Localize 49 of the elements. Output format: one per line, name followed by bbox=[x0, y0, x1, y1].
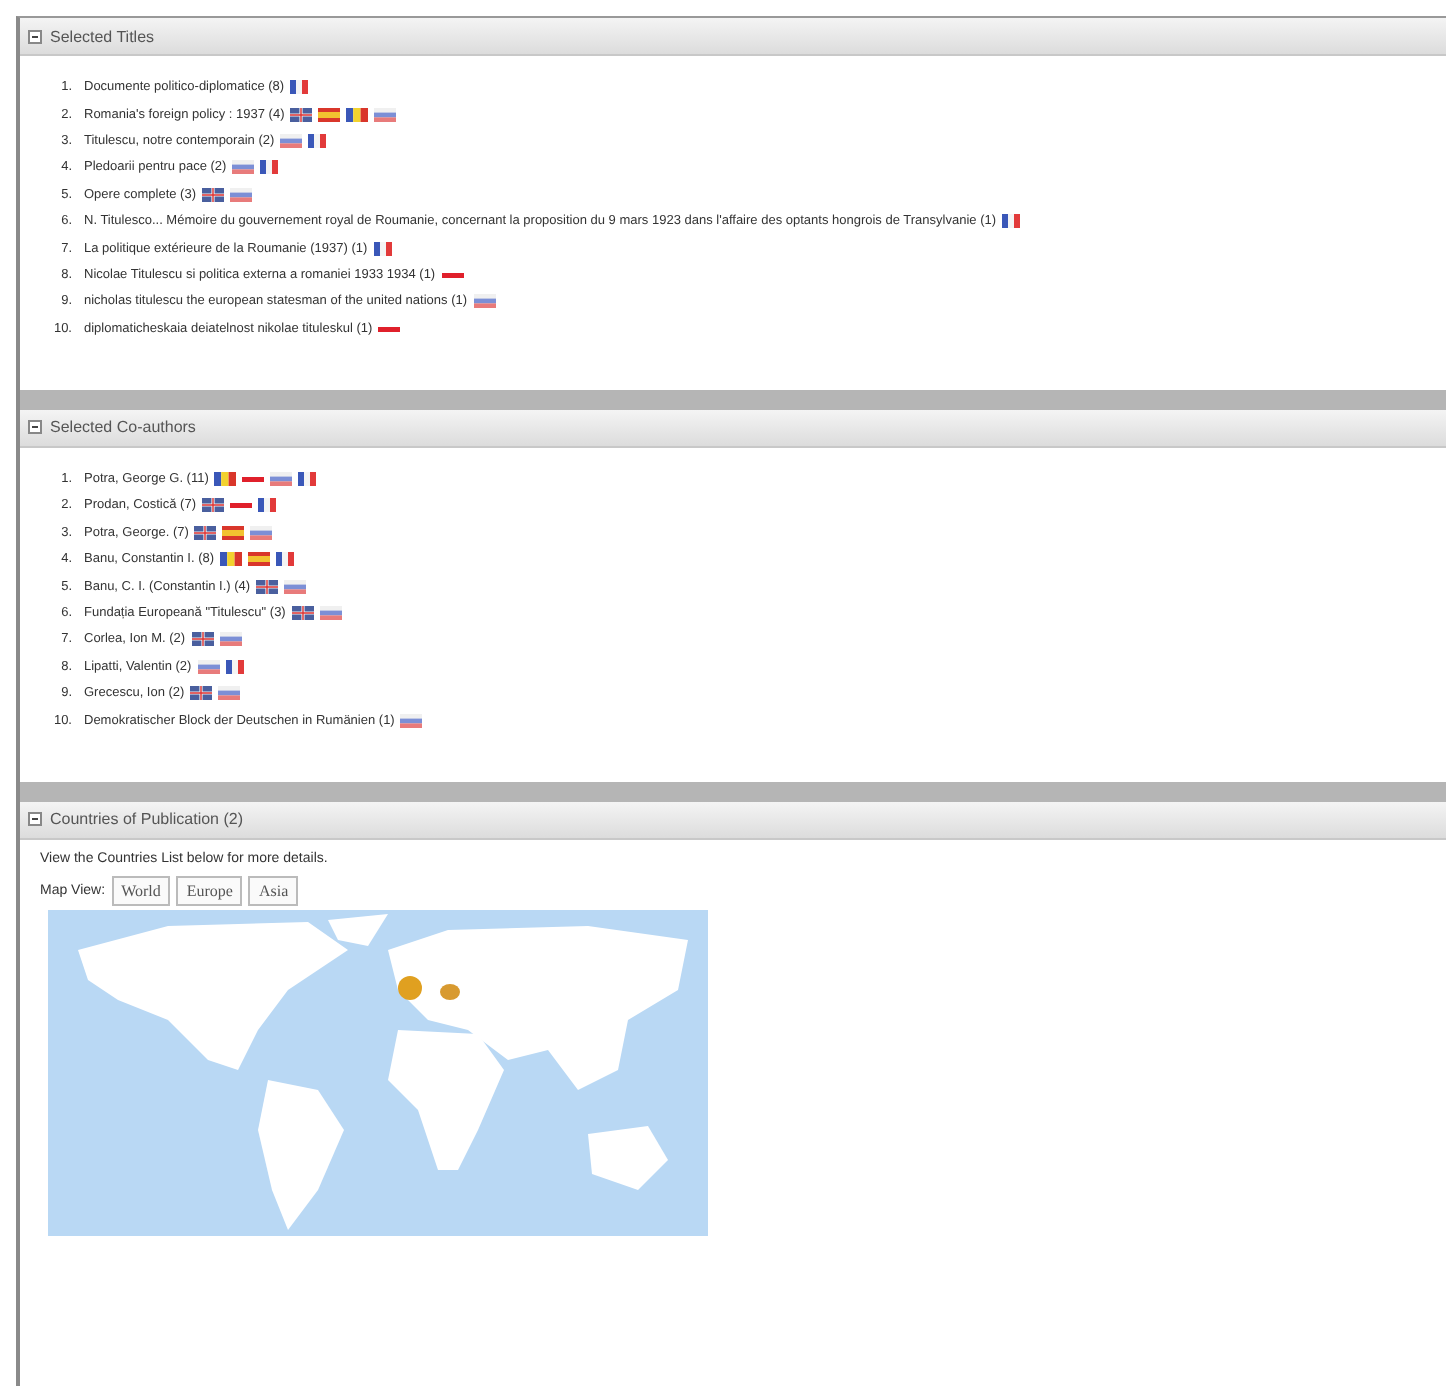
flag-icon bbox=[222, 525, 245, 540]
section-title: Selected Titles bbox=[50, 27, 155, 45]
flag-icon bbox=[290, 107, 313, 122]
flag-icon bbox=[194, 525, 217, 540]
flag-icon bbox=[270, 472, 293, 487]
flag-icon bbox=[291, 606, 314, 621]
flag-icon bbox=[473, 294, 496, 309]
flag-icon bbox=[220, 552, 243, 567]
map-view-button[interactable]: World bbox=[111, 875, 171, 906]
map-view-button[interactable]: Europe bbox=[176, 875, 243, 906]
flag-icon bbox=[298, 472, 317, 487]
flag-icon bbox=[318, 107, 341, 122]
flag-icon bbox=[218, 686, 241, 701]
flag-icon bbox=[1002, 214, 1021, 229]
flag-icon bbox=[202, 498, 224, 513]
flag-icon bbox=[373, 241, 392, 256]
flag-icon bbox=[374, 107, 397, 122]
flag-icon bbox=[290, 80, 309, 95]
flag-icon bbox=[284, 579, 307, 594]
flag-icon bbox=[308, 133, 327, 148]
collapse-icon[interactable] bbox=[28, 812, 42, 827]
flag-icon bbox=[219, 632, 242, 647]
flag-icon bbox=[378, 321, 401, 336]
flag-icon bbox=[250, 525, 273, 540]
collapse-icon[interactable] bbox=[28, 29, 42, 43]
section-title: Countries of Publication (2) bbox=[50, 810, 243, 829]
flag-icon bbox=[441, 267, 464, 282]
flag-icon bbox=[258, 498, 276, 513]
flag-icon bbox=[248, 552, 271, 567]
flag-icon bbox=[242, 472, 265, 487]
flag-icon bbox=[190, 686, 213, 701]
flag-icon bbox=[230, 187, 252, 202]
flag-icon bbox=[260, 160, 279, 175]
flag-icon bbox=[214, 472, 237, 487]
flag-icon bbox=[202, 187, 224, 202]
flag-icon bbox=[280, 133, 303, 148]
flag-icon bbox=[256, 579, 279, 594]
flag-icon bbox=[225, 659, 244, 674]
flag-icon bbox=[319, 606, 342, 621]
flag-icon bbox=[276, 552, 295, 567]
flag-icon bbox=[197, 659, 220, 674]
map-view-button[interactable]: Asia bbox=[248, 875, 299, 906]
section-title: Selected Co-authors bbox=[50, 418, 196, 437]
flag-icon bbox=[400, 713, 423, 728]
flag-icon bbox=[230, 498, 252, 513]
flag-icon bbox=[232, 160, 255, 175]
collapse-icon[interactable] bbox=[28, 420, 42, 435]
flag-icon bbox=[346, 107, 369, 122]
flag-icon bbox=[191, 632, 214, 647]
